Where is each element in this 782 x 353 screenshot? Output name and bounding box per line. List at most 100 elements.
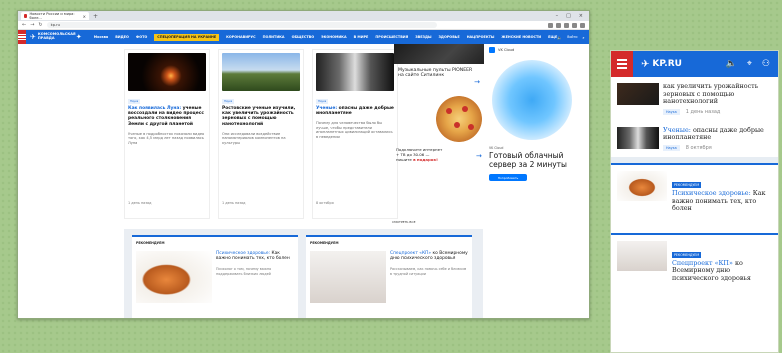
ad-button[interactable]: Попробовать — [489, 174, 527, 182]
nav-link[interactable]: В МИРЕ — [354, 35, 369, 39]
reload-icon[interactable]: ↻ — [38, 22, 42, 28]
minimize-icon[interactable]: – — [556, 13, 559, 19]
promo-title[interactable]: Музыкальные пульты PIONEER на сайте Сити… — [396, 66, 476, 78]
location-pin-icon[interactable]: ⌖ — [747, 59, 752, 69]
mobile-news-meta: Наука 1 день назад — [663, 108, 772, 115]
news-image[interactable] — [222, 53, 300, 91]
mobile-recommended-thumb[interactable] — [617, 240, 667, 271]
news-date: 1 день назад — [685, 108, 721, 115]
login-link[interactable]: Войти — [567, 35, 577, 39]
news-card[interactable]: Наука Ученые: опасны даже добрые иноплане… — [312, 49, 398, 219]
nav-link[interactable]: ЗДОРОВЬЕ — [439, 35, 460, 39]
recommended-row: Психическое здоровье: Как важно понимать… — [136, 251, 294, 303]
extension-icon[interactable] — [564, 22, 569, 28]
news-date: 1 день назад — [222, 201, 246, 205]
nav-link[interactable]: КОРОНАВИРУС — [226, 35, 256, 39]
site-logo[interactable]: ✈ КОМСОМОЛЬСКАЯ ПРАВДА ✦ — [26, 32, 86, 41]
nav-link[interactable]: ЗВЕЗДЫ — [415, 35, 431, 39]
mobile-news-item[interactable]: Ученые: опасны даже добрые инопланетяне Н… — [611, 121, 778, 157]
bird-logo-icon: ✈ — [641, 58, 650, 70]
news-image[interactable] — [316, 53, 394, 91]
sound-icon[interactable]: 🔈 — [557, 35, 562, 40]
ad-brand: VK Cloud — [498, 48, 515, 52]
promo-title-2[interactable]: Подключите интернет + ТВ до 30.06 — пиши… — [396, 147, 446, 162]
extension-icon[interactable] — [556, 22, 561, 28]
mobile-recommended-card[interactable]: РЕКОМЕНДУЕМ Психическое здоровье: Как важ… — [611, 162, 778, 219]
recommended-card[interactable]: РЕКОМЕНДУЕМ Спецпроект «КП» ко Всемирному… — [306, 235, 472, 318]
nav-link[interactable]: СПЕЦОПЕРАЦИЯ НА УКРАИНЕ — [154, 33, 220, 41]
nav-link[interactable]: ЭКОНОМИКА — [321, 35, 346, 39]
news-date: 8 октября — [685, 144, 712, 151]
nav-link[interactable]: ПРОИСШЕСТВИЯ — [375, 35, 408, 39]
mobile-recommended-title[interactable]: Спецпроект «КП» ко Всемирному дню психич… — [672, 259, 772, 283]
mobile-recommended-thumb[interactable] — [617, 170, 667, 201]
nav-link[interactable]: ПОЛИТИКА — [263, 35, 285, 39]
news-title[interactable]: Как появилась Луна: ученые воссоздали на… — [128, 106, 206, 127]
category-badge[interactable]: Наука — [663, 108, 680, 115]
news-title[interactable]: Ростовские ученые изучили, как увеличить… — [222, 106, 300, 127]
user-icon[interactable]: ⚇ — [762, 59, 770, 69]
nav-link[interactable]: НАЦПРОЕКТЫ — [467, 35, 495, 39]
category-badge[interactable]: Наука — [316, 99, 329, 104]
news-title[interactable]: Ученые: опасны даже добрые инопланетяне — [316, 106, 394, 116]
news-card[interactable]: Наука Ростовские ученые изучили, как увел… — [218, 49, 304, 219]
mobile-recommended-card[interactable]: РЕКОМЕНДУЕМ Спецпроект «КП» ко Всемирному… — [611, 232, 778, 289]
mobile-title-text: как увеличить урожайность зерновых с пом… — [663, 82, 759, 106]
recommended-list: РЕКОМЕНДУЕМ Психическое здоровье: Как важ… — [132, 235, 475, 318]
close-tab-icon[interactable]: × — [83, 14, 86, 19]
recommended-title[interactable]: Психическое здоровье: Как важно понимать… — [216, 251, 294, 261]
extension-icon[interactable] — [572, 22, 577, 28]
recommended-image[interactable] — [310, 251, 386, 303]
nav-link[interactable]: ЕЩЕ — [548, 35, 557, 39]
recommended-subtitle: Рассказываем, как помочь себе и близким … — [390, 267, 467, 276]
bird-logo-icon: ✈ — [30, 33, 36, 41]
cloud-server-illustration — [492, 60, 572, 140]
recommended-title[interactable]: Спецпроект «КП» ко Всемирному дню психич… — [390, 251, 468, 261]
arrow-right-icon[interactable]: → — [474, 78, 480, 86]
promo-image[interactable] — [394, 44, 484, 64]
mobile-news-title[interactable]: Ученые: опасны даже добрые инопланетяне — [663, 126, 772, 142]
nav-link[interactable]: ФОТО — [136, 35, 147, 39]
recommended-card[interactable]: РЕКОМЕНДУЕМ Психическое здоровье: Как важ… — [132, 235, 298, 318]
back-icon[interactable]: ← — [22, 22, 26, 28]
nav-link[interactable]: Москва — [94, 35, 108, 39]
category-badge[interactable]: Наука — [663, 144, 680, 151]
mobile-news-title[interactable]: как увеличить урожайность зерновых с пом… — [663, 82, 772, 106]
news-image[interactable] — [128, 53, 206, 91]
nav-link[interactable]: ВИДЕО — [115, 35, 129, 39]
ad-sponsor: VK Cloud — [489, 146, 504, 150]
new-tab-icon[interactable]: + — [93, 13, 98, 20]
category-badge[interactable]: Наука — [222, 99, 235, 104]
search-icon[interactable]: ⌕ — [582, 35, 584, 40]
see-all-link[interactable]: СМОТРЕТЬ ВСЕ — [392, 220, 415, 224]
vk-logo-icon — [489, 47, 495, 53]
category-badge[interactable]: Наука — [128, 99, 141, 104]
close-window-icon[interactable]: × — [579, 13, 583, 19]
browser-tab[interactable]: Новости России и мира: боле... × — [21, 12, 89, 20]
sound-icon[interactable]: 🔈 — [726, 59, 737, 69]
nav-link[interactable]: ОБЩЕСТВО — [292, 35, 315, 39]
mobile-news-thumb[interactable] — [617, 126, 659, 149]
mobile-header: ✈ KP.RU 🔈 ⌖ ⚇ — [611, 51, 778, 77]
mobile-news-item[interactable]: как увеличить урожайность зерновых с пом… — [611, 77, 778, 121]
mobile-logo-text: KP.RU — [652, 59, 682, 69]
hamburger-menu-icon[interactable] — [18, 30, 26, 44]
mobile-logo[interactable]: ✈ KP.RU — [633, 59, 682, 70]
ad-banner[interactable]: VK Cloud VK Cloud Готовый облачный серве… — [486, 44, 578, 214]
menu-icon[interactable] — [580, 22, 585, 28]
arrow-right-icon[interactable]: → — [476, 152, 482, 160]
mobile-hamburger-icon[interactable] — [611, 51, 633, 77]
url-input[interactable]: kp.ru — [46, 22, 437, 28]
news-date: 8 октября — [316, 201, 334, 205]
pizza-image[interactable] — [436, 96, 482, 142]
extension-icon[interactable] — [548, 22, 553, 28]
maximize-icon[interactable]: □ — [566, 13, 571, 19]
mobile-recommended-title[interactable]: Психическое здоровье: Как важно понимать… — [672, 189, 772, 213]
nav-link[interactable]: ЖЕНСКИЕ НОВОСТИ — [501, 35, 541, 39]
extensions-bar — [548, 22, 585, 28]
recommended-image[interactable] — [136, 251, 212, 303]
news-card[interactable]: Наука Как появилась Луна: ученые воссозда… — [124, 49, 210, 219]
mobile-news-thumb[interactable] — [617, 83, 659, 105]
forward-icon[interactable]: → — [30, 22, 34, 28]
recommended-subtitle: Психолог о том, почему важно поддерживат… — [216, 267, 272, 276]
